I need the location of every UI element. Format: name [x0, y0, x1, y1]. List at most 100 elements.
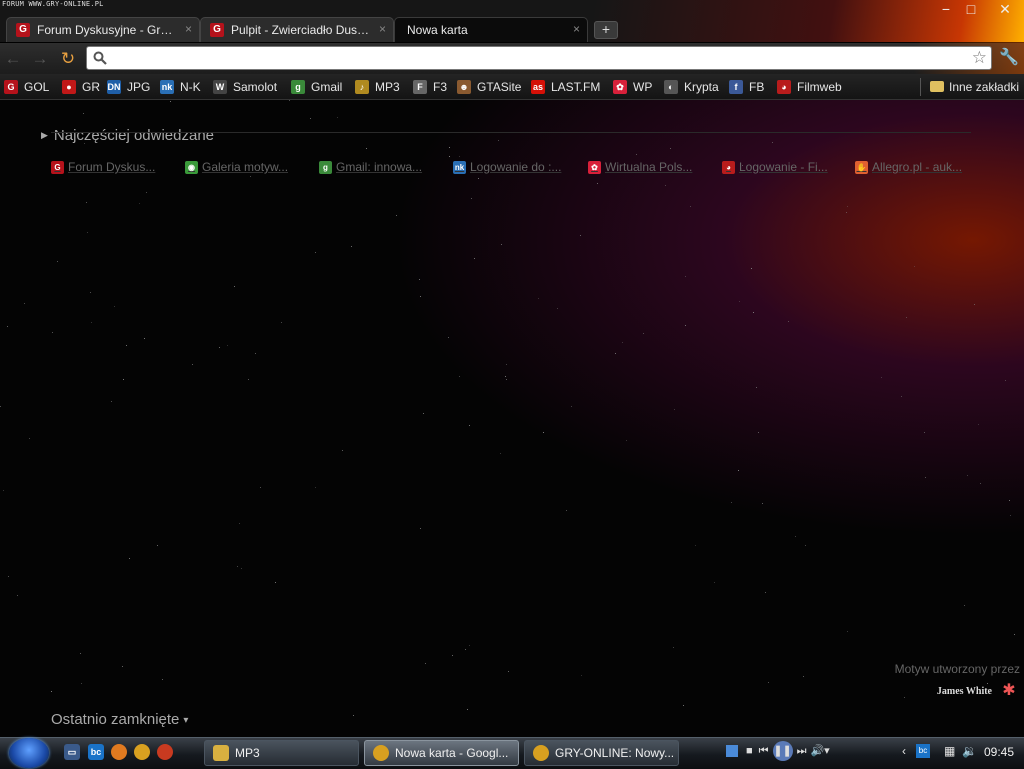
- tray-expand-icon[interactable]: ‹: [902, 744, 906, 758]
- bookmark-favicon-icon: ◐: [664, 79, 678, 94]
- star-dot: [739, 301, 740, 302]
- expand-triangle-icon: ▶: [41, 130, 48, 140]
- pause-button[interactable]: ❚❚: [772, 741, 793, 761]
- new-tab-button[interactable]: +: [594, 21, 618, 39]
- tab-close-icon[interactable]: ×: [185, 22, 192, 36]
- most-visited-item[interactable]: g Gmail: innowa...: [319, 159, 422, 175]
- forward-button[interactable]: →: [30, 49, 50, 69]
- bookmark-gmail[interactable]: g Gmail: [291, 78, 342, 95]
- bookmark-label: FB: [749, 79, 765, 94]
- star-dot: [129, 558, 130, 559]
- back-button[interactable]: ←: [3, 49, 23, 69]
- bc-icon[interactable]: bc: [88, 744, 104, 760]
- gry-online-favicon-icon: G: [16, 23, 30, 37]
- site-favicon-icon: g: [319, 160, 332, 174]
- star-dot: [425, 663, 426, 664]
- tab-forum-dyskusyjne[interactable]: G Forum Dyskusyjne - Gry-Online ×: [6, 17, 200, 42]
- bookmark-wp[interactable]: ✿ WP: [613, 78, 652, 95]
- bookmark-last-fm[interactable]: as LAST.FM: [531, 78, 600, 95]
- tab-label: Forum Dyskusyjne - Gry-Online: [37, 23, 177, 37]
- star-dot: [685, 276, 686, 277]
- most-visited-item[interactable]: nk Logowanie do :...: [453, 159, 561, 175]
- bookmark-label: MP3: [375, 79, 400, 94]
- theme-author[interactable]: James White: [937, 686, 992, 697]
- bookmark-mp3[interactable]: ♪ MP3: [355, 78, 400, 95]
- star-dot: [904, 697, 905, 698]
- network-icon[interactable]: ▦: [944, 744, 955, 758]
- maximize-button[interactable]: □: [957, 1, 985, 19]
- bookmark-samolot[interactable]: W Samolot: [213, 78, 277, 95]
- bookmark-gr[interactable]: ● GR: [62, 78, 100, 95]
- star-dot: [795, 536, 796, 537]
- tab-nowa-karta[interactable]: Nowa karta ×: [394, 17, 588, 42]
- volume-icon[interactable]: 🔊▾: [810, 745, 829, 757]
- taskbar-clock[interactable]: 09:45: [984, 745, 1014, 759]
- chrome-icon: [373, 745, 389, 761]
- most-visited-header[interactable]: ▶ Najczęściej odwiedzane: [41, 127, 214, 144]
- star-dot: [980, 483, 981, 484]
- star-dot: [469, 645, 470, 646]
- tab-close-icon[interactable]: ×: [573, 22, 580, 36]
- star-dot: [501, 244, 502, 245]
- omnibox[interactable]: ☆: [86, 46, 992, 70]
- most-visited-item[interactable]: ◉ Galeria motyw...: [185, 159, 288, 175]
- stop-icon[interactable]: ■: [746, 745, 753, 757]
- bookmark-gol[interactable]: G GOL: [4, 78, 49, 95]
- media-player-toolbar: ■ ⏮ ❚❚ ⏭ 🔊▾: [726, 741, 830, 761]
- bookmark-gtasite[interactable]: ☻ GTASite: [457, 78, 521, 95]
- star-dot: [448, 337, 449, 338]
- star-dot: [52, 332, 53, 333]
- star-dot: [506, 364, 507, 365]
- omnibox-input[interactable]: [115, 50, 959, 68]
- bookmark-favicon-icon: ●: [62, 79, 76, 94]
- taskbar-item-gry-online[interactable]: GRY-ONLINE: Nowy...: [524, 740, 679, 766]
- firefox-icon[interactable]: [111, 744, 127, 760]
- tab-close-icon[interactable]: ×: [379, 22, 386, 36]
- bookmark-f3[interactable]: F F3: [413, 78, 447, 95]
- star-dot: [114, 306, 115, 307]
- previous-icon[interactable]: ⏮: [759, 745, 769, 757]
- show-desktop-icon[interactable]: ▭: [64, 744, 80, 760]
- star-dot: [255, 353, 256, 354]
- bookmark-krypta[interactable]: ◐ Krypta: [664, 78, 719, 95]
- theme-author-logo-icon[interactable]: ✱: [1000, 682, 1018, 700]
- bookmark-filmweb[interactable]: ◕ Filmweb: [777, 78, 842, 95]
- star-dot: [81, 683, 82, 684]
- bookmark-jpg[interactable]: DN JPG: [107, 78, 150, 95]
- media-app-icon[interactable]: [726, 745, 738, 758]
- most-visited-label: Logowanie do :...: [470, 160, 562, 174]
- speaker-icon[interactable]: 🔉: [962, 744, 977, 758]
- reload-button[interactable]: ↻: [58, 49, 78, 69]
- minimize-button[interactable]: −: [932, 1, 960, 19]
- star-dot: [500, 453, 501, 454]
- wrench-menu-icon[interactable]: 🔧: [999, 48, 1019, 68]
- bookmark-n-k[interactable]: nk N-K: [160, 78, 201, 95]
- other-bookmarks-folder[interactable]: Inne zakładki: [930, 78, 1019, 95]
- most-visited-item[interactable]: ◕ Logowanie - Fi...: [722, 159, 828, 175]
- star-dot: [765, 592, 766, 593]
- most-visited-item[interactable]: ✋ Allegro.pl - auk...: [855, 159, 962, 175]
- taskbar-item-nowa-karta[interactable]: Nowa karta - Googl...: [364, 740, 519, 766]
- star-dot: [758, 432, 759, 433]
- star-dot: [80, 653, 81, 654]
- most-visited-item[interactable]: G Forum Dyskus...: [51, 159, 155, 175]
- bookmark-favicon-icon: W: [213, 79, 227, 94]
- star-dot: [924, 432, 925, 433]
- star-dot: [538, 298, 539, 299]
- bookmark-star-icon[interactable]: ☆: [972, 48, 987, 68]
- bookmark-fb[interactable]: f FB: [729, 78, 764, 95]
- bookmark-favicon-icon: g: [291, 79, 305, 94]
- app-quicklaunch-icon[interactable]: [157, 744, 173, 760]
- start-button[interactable]: [9, 738, 49, 768]
- bookmark-label: Filmweb: [797, 79, 842, 94]
- taskbar-item-mp3[interactable]: MP3: [204, 740, 359, 766]
- next-icon[interactable]: ⏭: [797, 745, 807, 757]
- star-dot: [581, 675, 582, 676]
- close-window-button[interactable]: ✕: [991, 1, 1019, 19]
- tab-pulpit[interactable]: G Pulpit - Zwierciadło Dusz... ×: [200, 17, 394, 42]
- most-visited-item[interactable]: ✿ Wirtualna Pols...: [588, 159, 692, 175]
- bc-tray-icon[interactable]: bc: [916, 744, 930, 758]
- recently-closed-menu[interactable]: Ostatnio zamknięte ▾: [51, 711, 188, 728]
- star-dot: [753, 312, 754, 313]
- chrome-icon[interactable]: [134, 744, 150, 760]
